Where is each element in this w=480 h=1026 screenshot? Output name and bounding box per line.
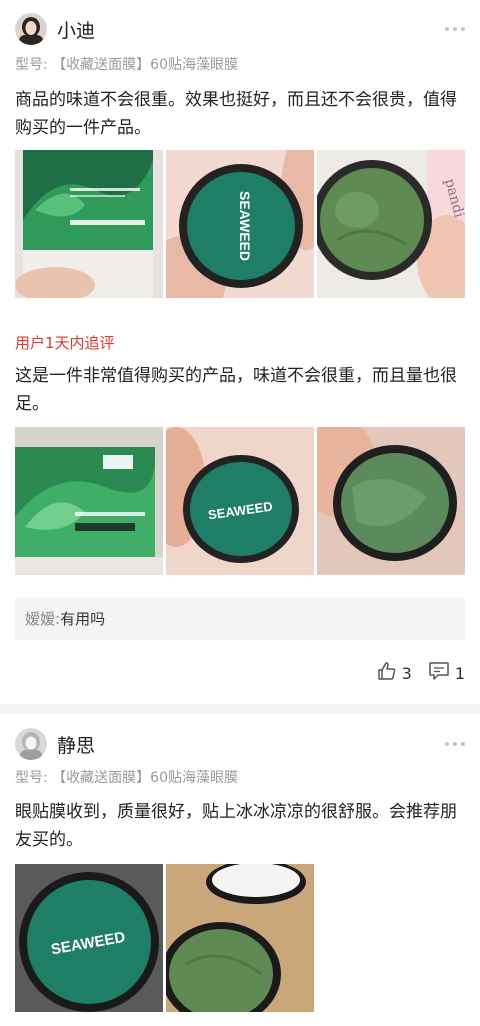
review-card: 小迪 型号: 【收藏送面膜】60贴海藻眼膜 商品的味道不会很重。效果也挺好，而且… [0,0,480,704]
sku-line: 型号: 【收藏送面膜】60贴海藻眼膜 [15,767,238,787]
section-divider [0,704,480,714]
comment-box[interactable]: 嫒嫒: 有用吗 [15,597,465,640]
review-photo[interactable]: SEAWEED [15,864,163,1012]
avatar[interactable] [15,728,47,760]
sku-value: 【收藏送面膜】60贴海藻眼膜 [52,57,238,73]
like-count: 3 [401,663,412,683]
review-photo[interactable] [166,864,314,1012]
review-card: 静思 型号: 【收藏送面膜】60贴海藻眼膜 眼贴膜收到，质量很好，贴上冰冰凉凉的… [0,714,480,1026]
like-button[interactable]: 3 [377,661,412,685]
username[interactable]: 小迪 [57,16,95,43]
comment-button[interactable]: 1 [428,661,465,685]
comment-icon [428,661,450,685]
more-icon[interactable] [445,740,465,748]
user-row[interactable]: 静思 [15,727,95,761]
avatar[interactable] [15,13,47,45]
review-text: 商品的味道不会很重。效果也挺好，而且还不会很贵，值得购买的一件产品。 [15,90,457,138]
more-icon[interactable] [445,25,465,33]
review-text: 眼贴膜收到，质量很好，贴上冰冰凉凉的很舒服。会推荐朋友买的。 [15,802,457,850]
review-photo[interactable]: pandi [317,150,465,298]
commenter-name: 嫒嫒: [25,610,61,628]
followup-title: 用户1天内追评 [15,334,115,352]
followup-photo[interactable]: SEAWEED [166,427,314,575]
sku-value: 【收藏送面膜】60贴海藻眼膜 [52,770,238,786]
jar-label: SEAWEED [237,191,253,261]
review-photo[interactable]: SEAWEED [166,150,314,298]
comment-text: 有用吗 [60,610,106,628]
thumbs-up-icon [377,661,397,685]
user-row[interactable]: 小迪 [15,12,95,46]
review-actions: 3 1 [377,661,465,685]
review-photo[interactable] [15,150,163,298]
comment-count: 1 [454,663,465,683]
username[interactable]: 静思 [57,731,95,758]
followup-photo[interactable] [15,427,163,575]
sku-label: 型号: [15,57,48,73]
sku-line: 型号: 【收藏送面膜】60贴海藻眼膜 [15,54,238,74]
followup-photo[interactable] [317,427,465,575]
followup-text: 这是一件非常值得购买的产品，味道不会很重，而且量也很足。 [15,366,457,414]
sku-label: 型号: [15,770,48,786]
